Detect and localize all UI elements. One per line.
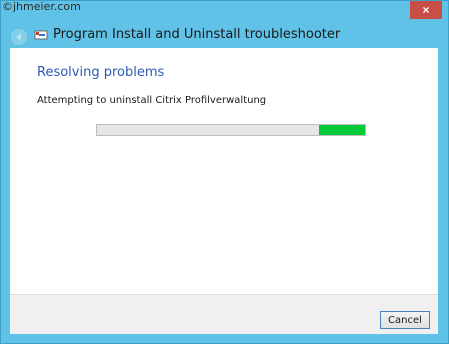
progress-indicator (319, 125, 365, 135)
page-heading: Resolving problems (37, 65, 165, 80)
troubleshooter-window: × Program Install and Uninstall troubles… (0, 0, 449, 344)
watermark: ©jhmeier.com (2, 0, 81, 13)
back-button[interactable] (11, 29, 27, 45)
status-text: Attempting to uninstall Citrix Profilver… (37, 95, 267, 106)
close-button[interactable]: × (410, 1, 442, 19)
close-icon: × (422, 3, 430, 17)
troubleshooter-app-icon (34, 30, 48, 40)
window-title: Program Install and Uninstall troublesho… (53, 27, 341, 42)
content-area: Resolving problems Attempting to uninsta… (10, 48, 438, 294)
progress-bar (96, 124, 366, 136)
footer-bar: Cancel (10, 294, 438, 334)
cancel-button[interactable]: Cancel (380, 311, 430, 329)
